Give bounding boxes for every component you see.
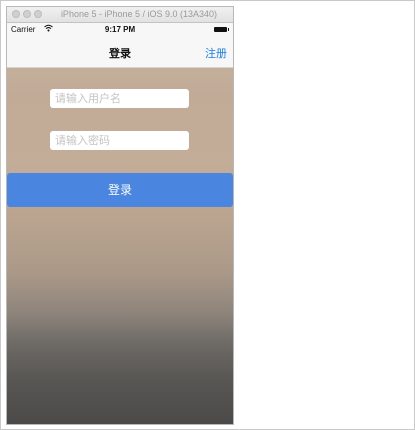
nav-title: 登录 xyxy=(109,47,131,60)
simulator-titlebar: iPhone 5 - iPhone 5 / iOS 9.0 (13A340) xyxy=(7,7,233,23)
device-screen: Carrier 9:17 PM 登录 注册 登录 xyxy=(7,23,233,424)
password-input[interactable] xyxy=(50,131,189,150)
simulator-title: iPhone 5 - iPhone 5 / iOS 9.0 (13A340) xyxy=(60,9,218,19)
navigation-bar: 登录 注册 xyxy=(7,37,233,68)
status-time: 9:17 PM xyxy=(104,25,136,34)
app-frame: iPhone 5 - iPhone 5 / iOS 9.0 (13A340) C… xyxy=(0,0,415,430)
simulator-window: iPhone 5 - iPhone 5 / iOS 9.0 (13A340) C… xyxy=(6,6,234,425)
status-bar: Carrier 9:17 PM xyxy=(7,23,233,37)
register-button[interactable]: 注册 xyxy=(205,45,227,61)
close-window-button[interactable] xyxy=(12,10,20,18)
minimize-window-button[interactable] xyxy=(23,10,31,18)
battery-icon xyxy=(214,27,229,32)
username-input[interactable] xyxy=(50,89,189,108)
login-button[interactable]: 登录 xyxy=(7,173,233,207)
zoom-window-button[interactable] xyxy=(34,10,42,18)
